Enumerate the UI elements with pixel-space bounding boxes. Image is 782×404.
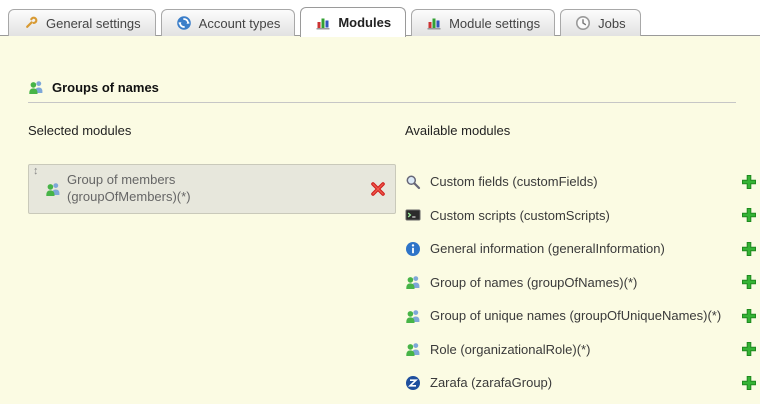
selected-modules-column: Selected modules ↕ Group of members (gro… (28, 123, 398, 214)
available-module-row: Custom scripts (customScripts) (405, 199, 757, 233)
available-module-row: Group of names (groupOfNames)(*) (405, 266, 757, 300)
modules-chart-icon (315, 15, 331, 31)
zarafa-icon (405, 375, 421, 391)
clock-icon (575, 15, 591, 31)
tab-label: General settings (46, 16, 141, 31)
available-modules-column: Available modules Custom fields (customF… (405, 123, 757, 400)
up-down-arrow-icon[interactable]: ↕ (33, 166, 39, 177)
available-module-label: Custom fields (customFields) (430, 174, 732, 189)
green-plus-icon[interactable] (741, 174, 757, 190)
available-module-row: Role (organizationalRole)(*) (405, 333, 757, 367)
available-module-label: Group of names (groupOfNames)(*) (430, 275, 732, 290)
available-module-label: Role (organizationalRole)(*) (430, 342, 732, 357)
available-module-label: Group of unique names (groupOfUniqueName… (430, 308, 732, 323)
green-plus-icon[interactable] (741, 375, 757, 391)
group-icon (45, 181, 61, 197)
available-module-row: Group of unique names (groupOfUniqueName… (405, 299, 757, 333)
available-module-label: Zarafa (zarafaGroup) (430, 375, 732, 390)
page-title: Groups of names (52, 80, 159, 95)
account-types-icon (176, 15, 192, 31)
red-x-icon[interactable] (370, 181, 386, 197)
selected-modules-heading: Selected modules (28, 123, 398, 138)
tab-label: Modules (338, 15, 391, 30)
info-icon (405, 241, 421, 257)
divider (28, 102, 736, 103)
selected-module-item[interactable]: ↕ Group of members (groupOfMembers)(*) (28, 164, 396, 214)
group-icon (405, 274, 421, 290)
section-header: Groups of names (28, 79, 159, 95)
tab-label: Jobs (598, 16, 625, 31)
tab-label: Account types (199, 16, 281, 31)
wrench-icon (23, 15, 39, 31)
available-modules-heading: Available modules (405, 123, 757, 138)
tab-module-settings[interactable]: Module settings (411, 9, 555, 36)
selected-module-label: Group of members (groupOfMembers)(*) (67, 172, 267, 206)
magnifier-icon (405, 174, 421, 190)
available-module-label: Custom scripts (customScripts) (430, 208, 732, 223)
module-settings-chart-icon (426, 15, 442, 31)
available-module-row: General information (generalInformation) (405, 232, 757, 266)
tab-general-settings[interactable]: General settings (8, 9, 156, 36)
group-icon (405, 308, 421, 324)
green-plus-icon[interactable] (741, 308, 757, 324)
available-module-label: General information (generalInformation) (430, 241, 732, 256)
script-icon (405, 207, 421, 223)
group-icon (405, 341, 421, 357)
tab-bar: General settings Account types Modules (8, 7, 641, 36)
tab-account-types[interactable]: Account types (161, 9, 296, 36)
green-plus-icon[interactable] (741, 241, 757, 257)
green-plus-icon[interactable] (741, 274, 757, 290)
group-icon (28, 79, 44, 95)
green-plus-icon[interactable] (741, 207, 757, 223)
available-module-row: Zarafa (zarafaGroup) (405, 366, 757, 400)
available-modules-list: Custom fields (customFields) Custom scri… (405, 165, 757, 400)
tab-jobs[interactable]: Jobs (560, 9, 640, 36)
available-module-row: Custom fields (customFields) (405, 165, 757, 199)
tab-modules[interactable]: Modules (300, 7, 406, 37)
tab-label: Module settings (449, 16, 540, 31)
modules-panel: Groups of names Selected modules ↕ Group… (0, 35, 760, 404)
green-plus-icon[interactable] (741, 341, 757, 357)
